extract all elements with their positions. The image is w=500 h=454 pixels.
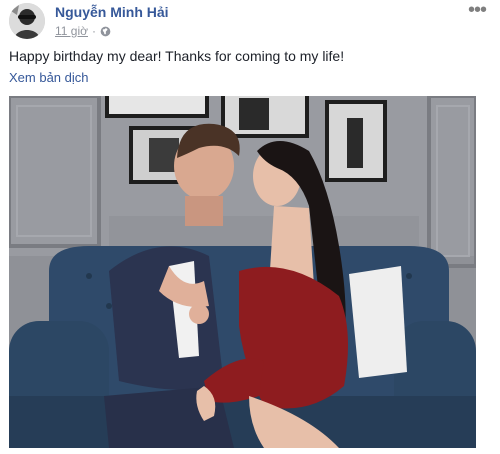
post-meta: 11 giờ ·	[55, 24, 111, 38]
facebook-post: Nguyễn Minh Hải 11 giờ · ••• Happy birth…	[0, 0, 500, 454]
more-options-icon[interactable]: •••	[466, 0, 488, 20]
globe-icon[interactable]	[100, 26, 111, 37]
see-translation-link[interactable]: Xem bản dịch	[9, 70, 89, 85]
avatar-image	[9, 3, 45, 39]
post-timestamp[interactable]: 11 giờ	[55, 24, 88, 38]
author-name-link[interactable]: Nguyễn Minh Hải	[55, 4, 169, 20]
couple-photo-illustration	[9, 96, 476, 448]
author-avatar[interactable]	[9, 3, 45, 39]
meta-separator: ·	[92, 24, 96, 38]
post-photo[interactable]	[9, 96, 476, 448]
post-message: Happy birthday my dear! Thanks for comin…	[9, 48, 345, 64]
